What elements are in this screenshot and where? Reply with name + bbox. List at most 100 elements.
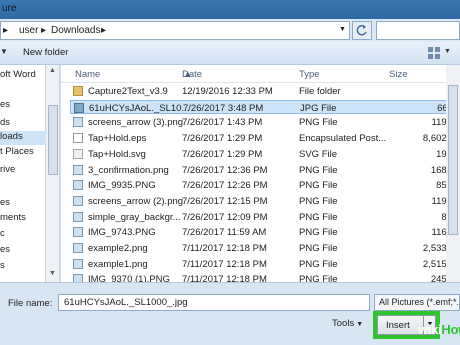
png-icon bbox=[73, 180, 83, 191]
file-row[interactable]: Capture2Text_v3.9 12/19/2016 12:33 PM File… bbox=[70, 84, 460, 98]
file-row[interactable]: 61uHCYsJAoL._SL10... 7/26/2017 3:48 PM JPG… bbox=[70, 99, 460, 114]
file-row[interactable]: example1.png 7/11/2017 12:18 PM PNG File 2,… bbox=[70, 257, 460, 271]
search-input[interactable] bbox=[376, 21, 460, 40]
tools-button[interactable]: Tools ▼ bbox=[332, 318, 363, 329]
file-name: simple_gray_backgr... bbox=[88, 211, 181, 223]
file-date: 7/26/2017 3:48 PM bbox=[183, 102, 264, 114]
nav-item-recent-places[interactable]: t Places bbox=[0, 146, 46, 160]
view-dropdown-icon[interactable]: ▼ bbox=[444, 48, 451, 55]
column-headers: Name ▲ Date Type Size bbox=[61, 65, 460, 83]
file-row[interactable]: example2.png 7/11/2017 12:18 PM PNG File 2,… bbox=[70, 241, 460, 255]
file-name: Tap+Hold.svg bbox=[88, 148, 146, 160]
svg-icon bbox=[73, 148, 83, 159]
scroll-up-icon[interactable]: ▲ bbox=[49, 67, 56, 74]
breadcrumb-downloads[interactable]: Downloads bbox=[51, 25, 100, 36]
file-name: IMG_9935.PNG bbox=[88, 180, 156, 192]
file-row[interactable]: screens_arrow (2).png 7/26/2017 12:15 PM P… bbox=[70, 194, 460, 208]
file-name: IMG_9370 (1).PNG bbox=[88, 274, 170, 282]
file-date: 7/11/2017 12:18 PM bbox=[182, 243, 267, 254]
png-icon bbox=[73, 211, 83, 222]
file-date: 7/11/2017 12:18 PM bbox=[182, 274, 267, 282]
new-folder-button[interactable]: New folder bbox=[23, 47, 68, 58]
file-name: example2.png bbox=[88, 243, 148, 254]
scroll-down-icon[interactable]: ▼ bbox=[49, 270, 56, 277]
nav-item-pictures[interactable]: es bbox=[0, 244, 46, 258]
file-date: 7/26/2017 11:59 AM bbox=[182, 227, 267, 239]
column-header-name[interactable]: Name bbox=[75, 69, 100, 80]
wikihow-logo: wikiHow bbox=[418, 322, 460, 337]
wikihow-logo-how: How bbox=[441, 322, 460, 337]
file-name: 61uHCYsJAoL._SL10... bbox=[89, 102, 189, 114]
file-date: 7/26/2017 1:29 PM bbox=[182, 148, 263, 160]
file-date: 12/19/2016 12:33 PM bbox=[182, 86, 273, 97]
title-bar: ure bbox=[0, 0, 460, 19]
file-name-input[interactable]: 61uHCYsJAoL._SL1000_.jpg bbox=[58, 294, 370, 311]
nav-item[interactable]: rive bbox=[0, 164, 46, 178]
breadcrumb-chevron-icon[interactable]: ▸ bbox=[3, 25, 8, 36]
file-row[interactable]: Tap+Hold.svg 7/26/2017 1:29 PM SVG File 19 … bbox=[70, 147, 460, 161]
nav-item-videos[interactable]: s bbox=[0, 260, 46, 274]
column-header-date[interactable]: Date bbox=[182, 69, 202, 80]
file-date: 7/26/2017 12:15 PM bbox=[182, 195, 268, 207]
file-name: Tap+Hold.eps bbox=[88, 133, 147, 145]
nav-item-label: es bbox=[0, 197, 11, 208]
address-dropdown-icon[interactable]: ▼ bbox=[339, 26, 346, 33]
file-row[interactable]: IMG_9935.PNG 7/26/2017 12:26 PM PNG File 85… bbox=[70, 178, 460, 192]
address-bar[interactable]: ▸ user ▸ Downloads ▸ ▼ bbox=[0, 21, 350, 40]
png-icon bbox=[73, 243, 83, 253]
png-icon bbox=[73, 195, 83, 206]
png-icon bbox=[73, 164, 83, 175]
column-header-type[interactable]: Type bbox=[299, 69, 320, 80]
wikihow-logo-wiki: wiki bbox=[418, 322, 442, 337]
png-icon bbox=[73, 274, 83, 282]
file-date: 7/26/2017 1:29 PM bbox=[182, 133, 263, 145]
nav-item-label: ds bbox=[0, 117, 11, 128]
file-row[interactable]: Tap+Hold.eps 7/26/2017 1:29 PM Encapsulate… bbox=[70, 131, 460, 145]
nav-item[interactable]: ds bbox=[0, 117, 46, 131]
nav-item-documents[interactable]: ments bbox=[0, 212, 46, 226]
refresh-button[interactable] bbox=[352, 21, 372, 40]
file-row[interactable]: 3_confirmation.png 7/26/2017 12:36 PM PNG … bbox=[70, 163, 460, 177]
file-date: 7/26/2017 12:26 PM bbox=[182, 180, 268, 192]
file-scroll-thumb[interactable] bbox=[448, 85, 458, 235]
nav-item-label: t Places bbox=[0, 146, 34, 157]
nav-scrollbar[interactable]: ▲ ▼ bbox=[46, 65, 60, 282]
file-date: 7/26/2017 12:36 PM bbox=[182, 164, 268, 176]
file-type-filter-value: All Pictures (*.emf;*.w bbox=[379, 297, 460, 307]
breadcrumb-user[interactable]: user bbox=[19, 25, 38, 36]
jpg-icon bbox=[74, 102, 84, 113]
file-date: 7/26/2017 1:43 PM bbox=[182, 117, 263, 129]
nav-item-label: ments bbox=[0, 212, 26, 223]
insert-label: Insert bbox=[386, 320, 410, 331]
nav-item-music[interactable]: c bbox=[0, 228, 46, 242]
refresh-icon bbox=[356, 25, 367, 36]
file-type-filter[interactable]: All Pictures (*.emf;*.w bbox=[374, 294, 460, 311]
file-row[interactable]: IMG_9743.PNG 7/26/2017 11:59 AM PNG File 11… bbox=[70, 225, 460, 239]
organize-dropdown-icon[interactable]: ▼ bbox=[0, 47, 8, 56]
file-row[interactable]: simple_gray_backgr... 7/26/2017 12:09 PM P… bbox=[70, 210, 460, 224]
window-title: ure bbox=[2, 3, 17, 14]
column-header-size[interactable]: Size bbox=[389, 69, 407, 80]
folder-icon bbox=[73, 86, 83, 96]
address-bar-area: ▸ user ▸ Downloads ▸ ▼ bbox=[0, 19, 460, 42]
view-options-icon[interactable] bbox=[428, 47, 442, 59]
file-name: screens_arrow (2).png bbox=[88, 195, 184, 207]
file-row[interactable]: IMG_9370 (1).PNG 7/11/2017 12:18 PM PNG Fi… bbox=[70, 272, 460, 282]
nav-scroll-thumb[interactable] bbox=[48, 105, 58, 175]
nav-item[interactable]: es bbox=[0, 99, 46, 113]
file-row[interactable]: screens_arrow (3).png 7/26/2017 1:43 PM PN… bbox=[70, 115, 460, 129]
command-toolbar: ▼ New folder ▼ bbox=[0, 42, 460, 65]
nav-item[interactable]: es bbox=[0, 197, 46, 211]
breadcrumb-chevron-icon[interactable]: ▸ bbox=[41, 25, 46, 36]
nav-item-label: rive bbox=[0, 164, 16, 175]
png-icon bbox=[73, 258, 83, 269]
file-list-scrollbar[interactable] bbox=[446, 65, 460, 282]
nav-item-label: loads bbox=[0, 131, 23, 142]
nav-item-word[interactable]: oft Word bbox=[0, 69, 46, 83]
nav-item-downloads[interactable]: loads bbox=[0, 131, 46, 145]
nav-item-label: c bbox=[0, 228, 5, 239]
navigation-pane: oft Word es ds loads t Places rive es me… bbox=[0, 65, 46, 282]
breadcrumb-chevron-icon[interactable]: ▸ bbox=[101, 25, 106, 36]
file-list: Name ▲ Date Type Size Capture2Text_v3.9 1… bbox=[61, 65, 460, 282]
file-name: IMG_9743.PNG bbox=[88, 227, 156, 239]
